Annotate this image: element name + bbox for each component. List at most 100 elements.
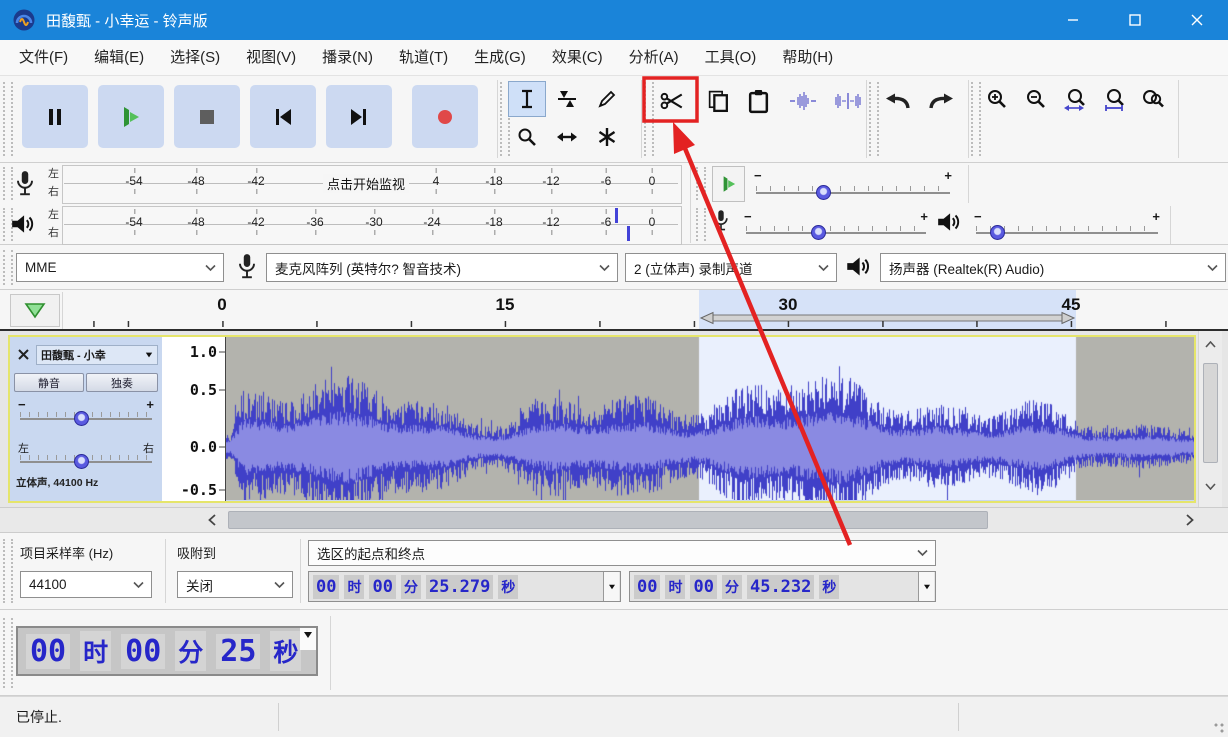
solo-button[interactable]: 独奏 <box>86 373 158 392</box>
record-meter-mic-icon[interactable] <box>14 170 36 198</box>
play-speed-slider[interactable]: − + <box>752 168 954 202</box>
recording-channels-select[interactable]: 2 (立体声) 录制声道 <box>625 253 837 282</box>
selection-mode-select[interactable]: 选区的起点和终点 <box>308 540 936 566</box>
gain-slider[interactable]: − + <box>16 397 156 427</box>
time-segment[interactable]: 00 <box>634 574 661 599</box>
scroll-down-icon[interactable] <box>1205 483 1216 490</box>
fit-project-button[interactable] <box>1095 81 1133 119</box>
horizontal-scroll-thumb[interactable] <box>228 511 988 529</box>
time-segment[interactable]: 分 <box>400 574 421 599</box>
copy-button[interactable] <box>700 81 737 121</box>
scroll-right-icon[interactable] <box>1186 514 1194 526</box>
menu-item[interactable]: 播录(N) <box>309 40 386 75</box>
play-at-speed-button[interactable] <box>712 166 745 202</box>
draw-tool-button[interactable] <box>588 81 626 117</box>
time-segment[interactable]: 00 <box>26 633 71 669</box>
pan-slider-thumb[interactable] <box>74 454 89 469</box>
skip-to-end-button[interactable] <box>326 85 392 148</box>
selection-start-field[interactable]: 00 时 00 分 25.279 秒 <box>308 571 621 602</box>
selection-toolbar-grabber[interactable] <box>3 539 13 603</box>
zoom-toggle-button[interactable] <box>1134 81 1172 119</box>
time-segment[interactable]: 00 <box>121 633 166 669</box>
menu-item[interactable]: 效果(C) <box>539 40 616 75</box>
selection-start-dropdown[interactable] <box>603 572 619 601</box>
audio-host-select[interactable]: MME <box>16 253 224 282</box>
selection-end-dropdown[interactable] <box>918 572 934 601</box>
timeshift-tool-button[interactable] <box>548 119 586 155</box>
menu-item[interactable]: 编辑(E) <box>81 40 157 75</box>
time-segment[interactable]: 25.279 <box>425 574 494 599</box>
vertical-scroll-thumb[interactable] <box>1203 363 1218 463</box>
zoom-in-button[interactable] <box>978 81 1016 119</box>
recording-device-select[interactable]: 麦克风阵列 (英特尔? 智音技术) <box>266 253 618 282</box>
playback-volume-slider[interactable]: − + <box>972 209 1162 243</box>
snap-to-select[interactable]: 关闭 <box>177 571 293 598</box>
menu-item[interactable]: 帮助(H) <box>769 40 846 75</box>
menu-item[interactable]: 工具(O) <box>692 40 770 75</box>
menu-item[interactable]: 轨道(T) <box>386 40 461 75</box>
maximize-button[interactable] <box>1104 0 1166 40</box>
track-close-button[interactable] <box>14 345 32 363</box>
project-rate-select[interactable]: 44100 <box>20 571 152 598</box>
time-segment[interactable]: 分 <box>721 574 742 599</box>
time-display-dropdown[interactable] <box>300 628 316 650</box>
selection-end-field[interactable]: 00 时 00 分 45.232 秒 <box>629 571 936 602</box>
timeline-options-button[interactable] <box>10 294 60 327</box>
time-segment[interactable]: 00 <box>313 574 340 599</box>
time-segment[interactable]: 秒 <box>498 574 519 599</box>
play-meter-speaker-icon[interactable] <box>10 211 36 237</box>
cut-button[interactable] <box>650 81 694 121</box>
recording-volume-thumb[interactable] <box>811 225 826 240</box>
gain-slider-thumb[interactable] <box>74 411 89 426</box>
menu-item[interactable]: 分析(A) <box>616 40 692 75</box>
horizontal-scrollbar[interactable] <box>0 507 1228 533</box>
pause-button[interactable] <box>22 85 88 148</box>
stop-button[interactable] <box>174 85 240 148</box>
menu-item[interactable]: 选择(S) <box>157 40 233 75</box>
redo-button[interactable] <box>920 83 964 119</box>
time-segment[interactable]: 时 <box>80 631 112 671</box>
scroll-left-icon[interactable] <box>208 514 216 526</box>
time-segment[interactable]: 25 <box>216 633 261 669</box>
track-vertical-ruler[interactable]: 1.0 0.5 0.0 -0.5 <box>162 337 226 501</box>
timeline-ruler[interactable]: 0 15 30 45 <box>0 290 1228 331</box>
play-speed-slider-thumb[interactable] <box>816 185 831 200</box>
audio-position-display[interactable]: 00 时 00 分 25 秒 <box>16 626 318 676</box>
zoom-out-button[interactable] <box>1017 81 1055 119</box>
time-segment[interactable]: 时 <box>344 574 365 599</box>
skip-to-start-button[interactable] <box>250 85 316 148</box>
scroll-up-icon[interactable] <box>1205 341 1216 348</box>
time-segment[interactable]: 分 <box>175 631 207 671</box>
time-segment[interactable]: 时 <box>665 574 686 599</box>
recording-volume-slider[interactable]: − + <box>742 209 930 243</box>
speed-toolbar-grabber[interactable] <box>696 167 706 200</box>
toolbar-grabber[interactable] <box>3 82 13 156</box>
record-meter-grabber[interactable] <box>3 167 13 200</box>
track-title-button[interactable]: 田馥甄 - 小幸 <box>36 345 158 365</box>
record-button[interactable] <box>412 85 478 148</box>
vertical-scrollbar[interactable] <box>1198 331 1222 507</box>
minimize-button[interactable] <box>1042 0 1104 40</box>
multi-tool-button[interactable] <box>588 119 626 155</box>
time-segment[interactable]: 00 <box>369 574 396 599</box>
mute-button[interactable]: 静音 <box>14 373 84 392</box>
mixer-toolbar-grabber[interactable] <box>696 208 706 241</box>
menu-item[interactable]: 文件(F) <box>6 40 81 75</box>
paste-button[interactable] <box>740 81 777 121</box>
device-toolbar-grabber[interactable] <box>3 250 13 285</box>
playback-device-select[interactable]: 扬声器 (Realtek(R) Audio) <box>880 253 1226 282</box>
pan-slider[interactable]: 左 右 <box>16 440 156 470</box>
undo-button[interactable] <box>875 83 919 119</box>
time-segment[interactable]: 00 <box>690 574 717 599</box>
menu-item[interactable]: 生成(G) <box>461 40 539 75</box>
menu-item[interactable]: 视图(V) <box>233 40 309 75</box>
monitor-prompt[interactable]: 点击开始监视 <box>322 174 410 193</box>
selection-tool-button[interactable] <box>508 81 546 117</box>
play-button[interactable] <box>98 85 164 148</box>
fit-selection-button[interactable] <box>1056 81 1094 119</box>
waveform-canvas[interactable] <box>226 337 1194 500</box>
zoom-tool-button[interactable] <box>508 119 546 155</box>
trim-audio-button[interactable] <box>780 81 825 121</box>
envelope-tool-button[interactable] <box>548 81 586 117</box>
silence-audio-button[interactable] <box>827 81 869 121</box>
